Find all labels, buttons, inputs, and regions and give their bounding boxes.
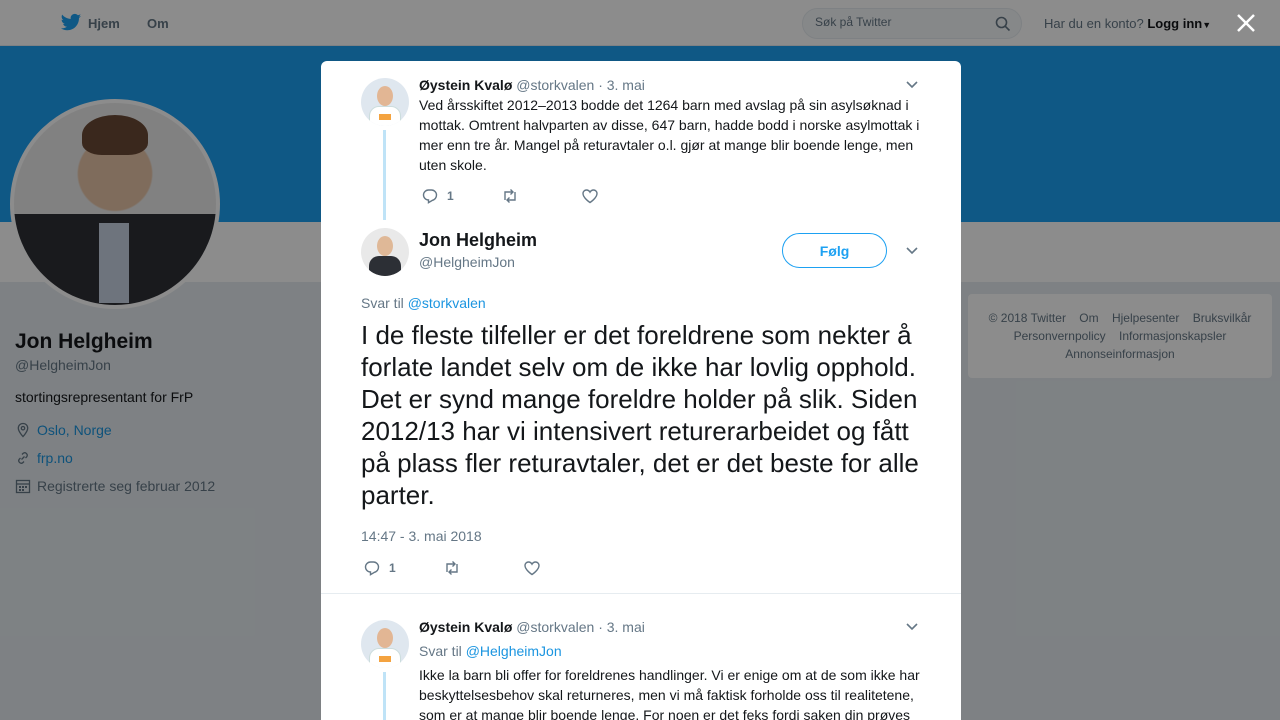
main-tweet-text: I de fleste tilfeller er det foreldrene … xyxy=(361,320,919,510)
retweet-icon xyxy=(504,189,516,203)
reply-tweet-author[interactable]: Øystein Kvalø xyxy=(419,619,512,635)
parent-tweet-text: Ved årsskiftet 2012–2013 bodde det 1264 … xyxy=(419,97,920,173)
heart-icon xyxy=(582,189,598,204)
reply-icon xyxy=(364,561,380,576)
retweet-button[interactable] xyxy=(443,559,523,577)
tweet-modal: Øystein Kvalø @storkvalen · 3. mai Ved å… xyxy=(321,61,961,720)
replying-to-link[interactable]: @HelgheimJon xyxy=(466,643,562,659)
main-tweet-handle[interactable]: @HelgheimJon xyxy=(419,254,515,270)
main-tweet-avatar[interactable] xyxy=(361,228,409,276)
reply-tweet-text: Ikke la barn bli offer for foreldrenes h… xyxy=(419,667,920,720)
heart-icon xyxy=(524,561,540,576)
reply-button[interactable]: 1 xyxy=(363,559,443,577)
retweet-icon xyxy=(446,561,458,575)
thread-line xyxy=(383,672,386,720)
like-button[interactable] xyxy=(581,187,599,205)
chevron-down-icon[interactable] xyxy=(905,246,919,256)
parent-tweet-author[interactable]: Øystein Kvalø xyxy=(419,77,512,93)
follow-button[interactable]: Følg xyxy=(782,233,887,268)
reply-count: 1 xyxy=(447,189,454,203)
main-tweet-author[interactable]: Jon Helgheim xyxy=(419,230,537,251)
parent-tweet-actions: 1 xyxy=(421,187,599,205)
reply-tweet-avatar[interactable] xyxy=(361,620,409,668)
reply-tweet-handle[interactable]: @storkvalen xyxy=(516,619,594,635)
thread-line xyxy=(383,130,386,220)
reply-icon xyxy=(422,189,438,204)
main-tweet-replying-to: Svar til @storkvalen xyxy=(361,295,486,311)
replying-prefix: Svar til xyxy=(419,643,462,659)
main-tweet-timestamp[interactable]: 14:47 - 3. mai 2018 xyxy=(361,528,482,544)
parent-tweet-avatar[interactable] xyxy=(361,78,409,126)
reply-count: 1 xyxy=(389,561,396,575)
reply-button[interactable]: 1 xyxy=(421,187,501,205)
main-tweet-actions: 1 xyxy=(363,559,541,577)
parent-tweet-header: Øystein Kvalø @storkvalen · 3. mai xyxy=(419,77,645,93)
replying-to-link[interactable]: @storkvalen xyxy=(408,295,486,311)
retweet-button[interactable] xyxy=(501,187,581,205)
chevron-down-icon[interactable] xyxy=(905,622,919,632)
reply-tweet-header: Øystein Kvalø @storkvalen · 3. mai xyxy=(419,619,645,635)
chevron-down-icon[interactable] xyxy=(905,80,919,90)
reply-tweet-replying-to: Svar til @HelgheimJon xyxy=(419,643,562,659)
parent-tweet-date[interactable]: · 3. mai xyxy=(598,77,645,93)
parent-tweet-handle[interactable]: @storkvalen xyxy=(516,77,594,93)
replying-prefix: Svar til xyxy=(361,295,404,311)
close-icon[interactable] xyxy=(1235,12,1257,34)
like-button[interactable] xyxy=(523,559,541,577)
reply-tweet-date[interactable]: · 3. mai xyxy=(598,619,645,635)
divider xyxy=(321,593,961,603)
